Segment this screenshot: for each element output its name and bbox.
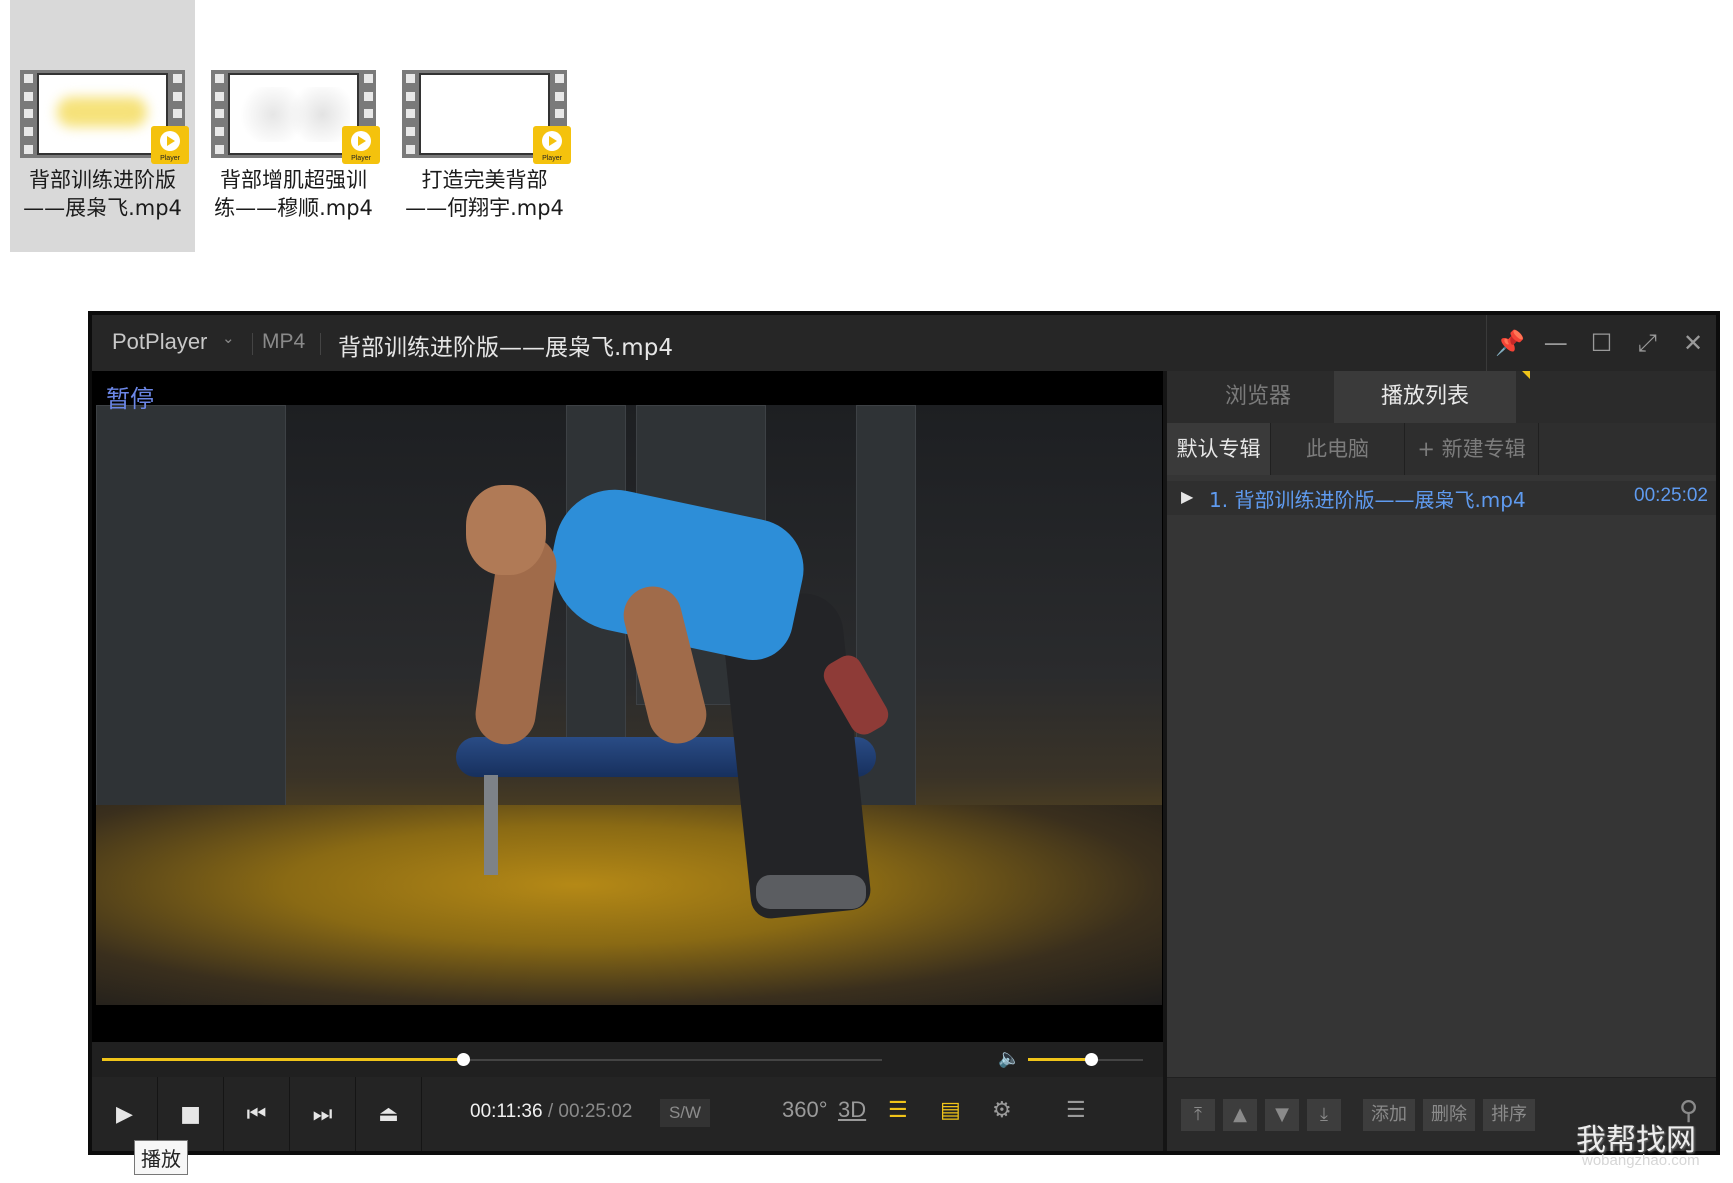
move-down-button[interactable]: ▼ bbox=[1265, 1099, 1299, 1131]
playlist-item[interactable]: ▶ 1. 背部训练进阶版——展枭飞.mp4 00:25:02 bbox=[1167, 481, 1716, 515]
playlist-item-duration: 00:25:02 bbox=[1634, 485, 1708, 506]
tab-browser[interactable]: 浏览器 bbox=[1167, 371, 1349, 423]
watermark-url: wobangzhao.com bbox=[1582, 1152, 1700, 1169]
chevron-down-icon[interactable]: ⌄ bbox=[222, 329, 235, 347]
gym-equipment bbox=[96, 405, 286, 825]
next-button[interactable]: ⏭ bbox=[290, 1077, 356, 1151]
gym-floor bbox=[96, 805, 1162, 1005]
pin-icon[interactable]: 📌 bbox=[1493, 329, 1527, 357]
total-time: 00:25:02 bbox=[558, 1101, 633, 1122]
tab-playlist[interactable]: 播放列表 bbox=[1334, 371, 1516, 423]
desktop-file-list: Player 背部训练进阶版——展枭飞.mp4 Player 背部增肌超强训练—… bbox=[10, 0, 583, 252]
new-album-button[interactable]: + 新建专辑 bbox=[1405, 423, 1539, 475]
album-tabs: 默认专辑 此电脑 + 新建专辑 bbox=[1167, 423, 1716, 475]
app-menu-button[interactable]: PotPlayer bbox=[112, 329, 207, 355]
potplayer-window: PotPlayer ⌄ MP4 背部训练进阶版——展枭飞.mp4 📌 — ☐ ⤢… bbox=[88, 311, 1720, 1155]
delete-button[interactable]: 删除 bbox=[1423, 1099, 1475, 1131]
play-tooltip: 播放 bbox=[134, 1140, 188, 1175]
tab-corner-marker bbox=[1522, 371, 1530, 379]
volume-level bbox=[1028, 1058, 1092, 1061]
playlist-item-name: 1. 背部训练进阶版——展枭飞.mp4 bbox=[1209, 488, 1526, 512]
tab-default-album[interactable]: 默认专辑 bbox=[1167, 423, 1271, 475]
menu-icon[interactable]: ☰ bbox=[1066, 1097, 1086, 1123]
open-file-button[interactable]: ⏏ bbox=[356, 1077, 422, 1151]
title-bar[interactable]: PotPlayer ⌄ MP4 背部训练进阶版——展枭飞.mp4 📌 — ☐ ⤢… bbox=[92, 315, 1716, 371]
potplayer-badge-icon: Player bbox=[151, 126, 189, 164]
move-top-button[interactable]: ⤒ bbox=[1181, 1099, 1215, 1131]
add-button[interactable]: 添加 bbox=[1363, 1099, 1415, 1131]
video-file-thumbnail: Player bbox=[402, 70, 571, 164]
time-display: 00:11:36 / 00:25:02 bbox=[470, 1101, 632, 1123]
format-label: MP4 bbox=[262, 330, 306, 353]
control-bar: ▶ ■ ⏮ ⏭ ⏏ 00:11:36 / 00:25:02 S/W 360° 3… bbox=[92, 1077, 1163, 1151]
playlist-toggle-icon[interactable]: ▤ bbox=[940, 1097, 961, 1123]
video-file-thumbnail: Player bbox=[20, 70, 189, 164]
video-file-thumbnail: Player bbox=[211, 70, 380, 164]
thumbnail-frame bbox=[419, 73, 550, 155]
time-separator: / bbox=[547, 1101, 554, 1122]
panel-tabs: 浏览器 播放列表 bbox=[1167, 371, 1716, 423]
volume-icon[interactable]: 🔈 bbox=[998, 1048, 1020, 1069]
seek-handle[interactable] bbox=[457, 1053, 471, 1066]
film-strip-left bbox=[211, 70, 227, 158]
tab-this-pc[interactable]: 此电脑 bbox=[1271, 423, 1405, 475]
playlist-panel: 浏览器 播放列表 默认专辑 此电脑 + 新建专辑 ▶ 1. 背部训练进阶版——展… bbox=[1163, 371, 1716, 1151]
file-name: 背部训练进阶版——展枭飞.mp4 bbox=[23, 168, 182, 220]
film-strip-left bbox=[402, 70, 418, 158]
pause-status-overlay: 暂停 bbox=[106, 385, 154, 413]
title-divider bbox=[252, 333, 253, 355]
minimize-button[interactable]: — bbox=[1539, 329, 1573, 357]
now-playing-icon: ▶ bbox=[1181, 487, 1194, 506]
desktop-file-item[interactable]: Player 背部训练进阶版——展枭飞.mp4 bbox=[10, 0, 195, 252]
film-strip-left bbox=[20, 70, 36, 158]
potplayer-badge-icon: Player bbox=[342, 126, 380, 164]
search-subtitle-icon[interactable]: ☰ bbox=[888, 1097, 908, 1123]
video-area[interactable]: 暂停 bbox=[92, 371, 1163, 1042]
3d-icon[interactable]: 3D bbox=[838, 1097, 866, 1123]
volume-handle[interactable] bbox=[1085, 1053, 1099, 1066]
seek-progress bbox=[102, 1058, 464, 1061]
thumbnail-frame bbox=[228, 73, 359, 155]
video-frame bbox=[96, 405, 1162, 1005]
title-divider bbox=[320, 333, 321, 355]
desktop-file-item[interactable]: Player 背部增肌超强训练——穆顺.mp4 bbox=[201, 0, 386, 252]
sw-toggle-button[interactable]: S/W bbox=[660, 1099, 710, 1127]
bench-leg bbox=[484, 775, 498, 875]
fullscreen-button[interactable]: ⤢ bbox=[1630, 329, 1664, 357]
potplayer-badge-icon: Player bbox=[533, 126, 571, 164]
athlete-shoe bbox=[756, 875, 866, 909]
seek-bar-area[interactable]: 🔈 bbox=[92, 1042, 1163, 1077]
previous-button[interactable]: ⏮ bbox=[224, 1077, 290, 1151]
move-bottom-button[interactable]: ⤓ bbox=[1307, 1099, 1341, 1131]
file-name: 背部增肌超强训练——穆顺.mp4 bbox=[214, 168, 373, 220]
vr-360-icon[interactable]: 360° bbox=[782, 1097, 828, 1123]
athlete-head bbox=[466, 485, 546, 575]
move-up-button[interactable]: ▲ bbox=[1223, 1099, 1257, 1131]
window-controls: 📌 — ☐ ⤢ ✕ bbox=[1486, 315, 1716, 371]
close-button[interactable]: ✕ bbox=[1676, 329, 1710, 357]
thumbnail-frame bbox=[37, 73, 168, 155]
gear-icon[interactable]: ⚙ bbox=[992, 1097, 1012, 1123]
desktop-file-item[interactable]: Player 打造完美背部——何翔宇.mp4 bbox=[392, 0, 577, 252]
window-title: 背部训练进阶版——展枭飞.mp4 bbox=[338, 335, 673, 361]
file-name: 打造完美背部——何翔宇.mp4 bbox=[405, 168, 564, 220]
maximize-button[interactable]: ☐ bbox=[1584, 329, 1618, 357]
sort-button[interactable]: 排序 bbox=[1483, 1099, 1535, 1131]
current-time: 00:11:36 bbox=[470, 1101, 543, 1122]
